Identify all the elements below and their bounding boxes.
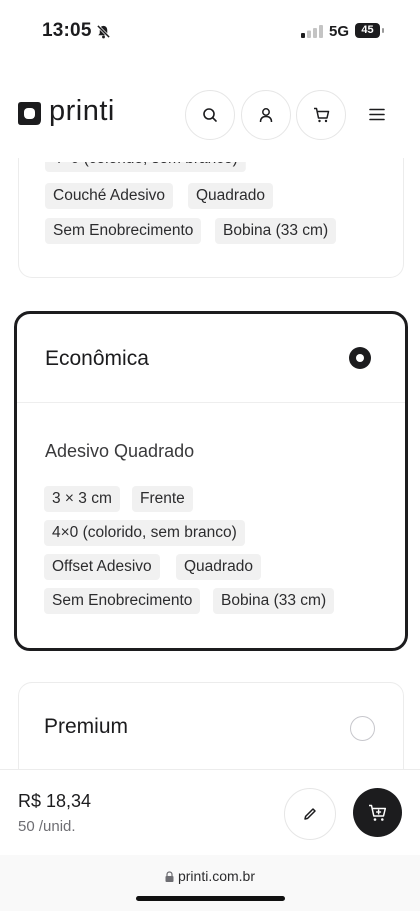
- option-subtitle: Adesivo Quadrado: [45, 441, 195, 461]
- option-tag: Quadrado: [176, 554, 261, 580]
- option-tag: Sem Enobrecimento: [45, 218, 202, 244]
- browser-url-bar[interactable]: printi.com.br: [0, 855, 420, 911]
- option-tag: 3 × 3 cm: [44, 486, 120, 512]
- option-tag: Frente: [132, 486, 193, 512]
- user-icon: [259, 108, 273, 123]
- url-text: printi.com.br: [177, 868, 256, 884]
- total-price: R$ 18,34: [18, 791, 92, 811]
- option-card-economica[interactable]: Econômica Adesivo Quadrado 3 × 3 cm Fren…: [14, 311, 408, 651]
- option-tag: Bobina (33 cm): [215, 218, 337, 244]
- option-radio-selected[interactable]: [349, 347, 371, 369]
- price-footer: R$ 18,34 50 /unid.: [0, 769, 420, 856]
- option-title: Econômica: [45, 347, 149, 370]
- option-tag: Sem Enobrecimento: [44, 588, 201, 614]
- search-button[interactable]: [185, 90, 235, 140]
- cart-button[interactable]: [296, 90, 346, 140]
- option-tag: 4×0 (colorido, sem branco): [44, 520, 245, 546]
- option-tag: Quadrado: [188, 183, 273, 209]
- cellular-signal-icon: [301, 25, 323, 38]
- home-indicator[interactable]: [136, 896, 285, 901]
- menu-button[interactable]: [362, 102, 392, 126]
- add-to-cart-button[interactable]: [353, 788, 402, 837]
- network-type: 5G: [329, 23, 350, 40]
- hamburger-menu-icon: [369, 108, 385, 120]
- status-time: 13:05: [42, 20, 92, 41]
- cart-icon: [313, 107, 329, 123]
- card-divider: [17, 402, 405, 403]
- battery-level: 45: [355, 23, 380, 38]
- search-icon: [203, 108, 217, 122]
- cart-plus-icon: [368, 804, 386, 821]
- unit-price: 50 /unid.: [18, 818, 76, 835]
- option-tag: Couché Adesivo: [45, 183, 174, 209]
- option-radio[interactable]: [350, 716, 375, 741]
- logo-text: printi: [49, 95, 115, 127]
- status-bar: 13:05 5G 45: [0, 0, 420, 62]
- battery-icon: 45: [355, 23, 385, 39]
- option-tag: Bobina (33 cm): [213, 588, 335, 614]
- account-button[interactable]: [241, 90, 291, 140]
- lock-icon: [165, 871, 174, 882]
- edit-button[interactable]: [284, 788, 336, 840]
- option-tag: Offset Adesivo: [44, 554, 160, 580]
- site-header: printi: [0, 86, 420, 142]
- pencil-icon: [304, 808, 316, 820]
- bell-slash-icon: [96, 24, 111, 39]
- printi-logo-mark-icon: [18, 102, 41, 125]
- option-title: Premium: [44, 715, 129, 738]
